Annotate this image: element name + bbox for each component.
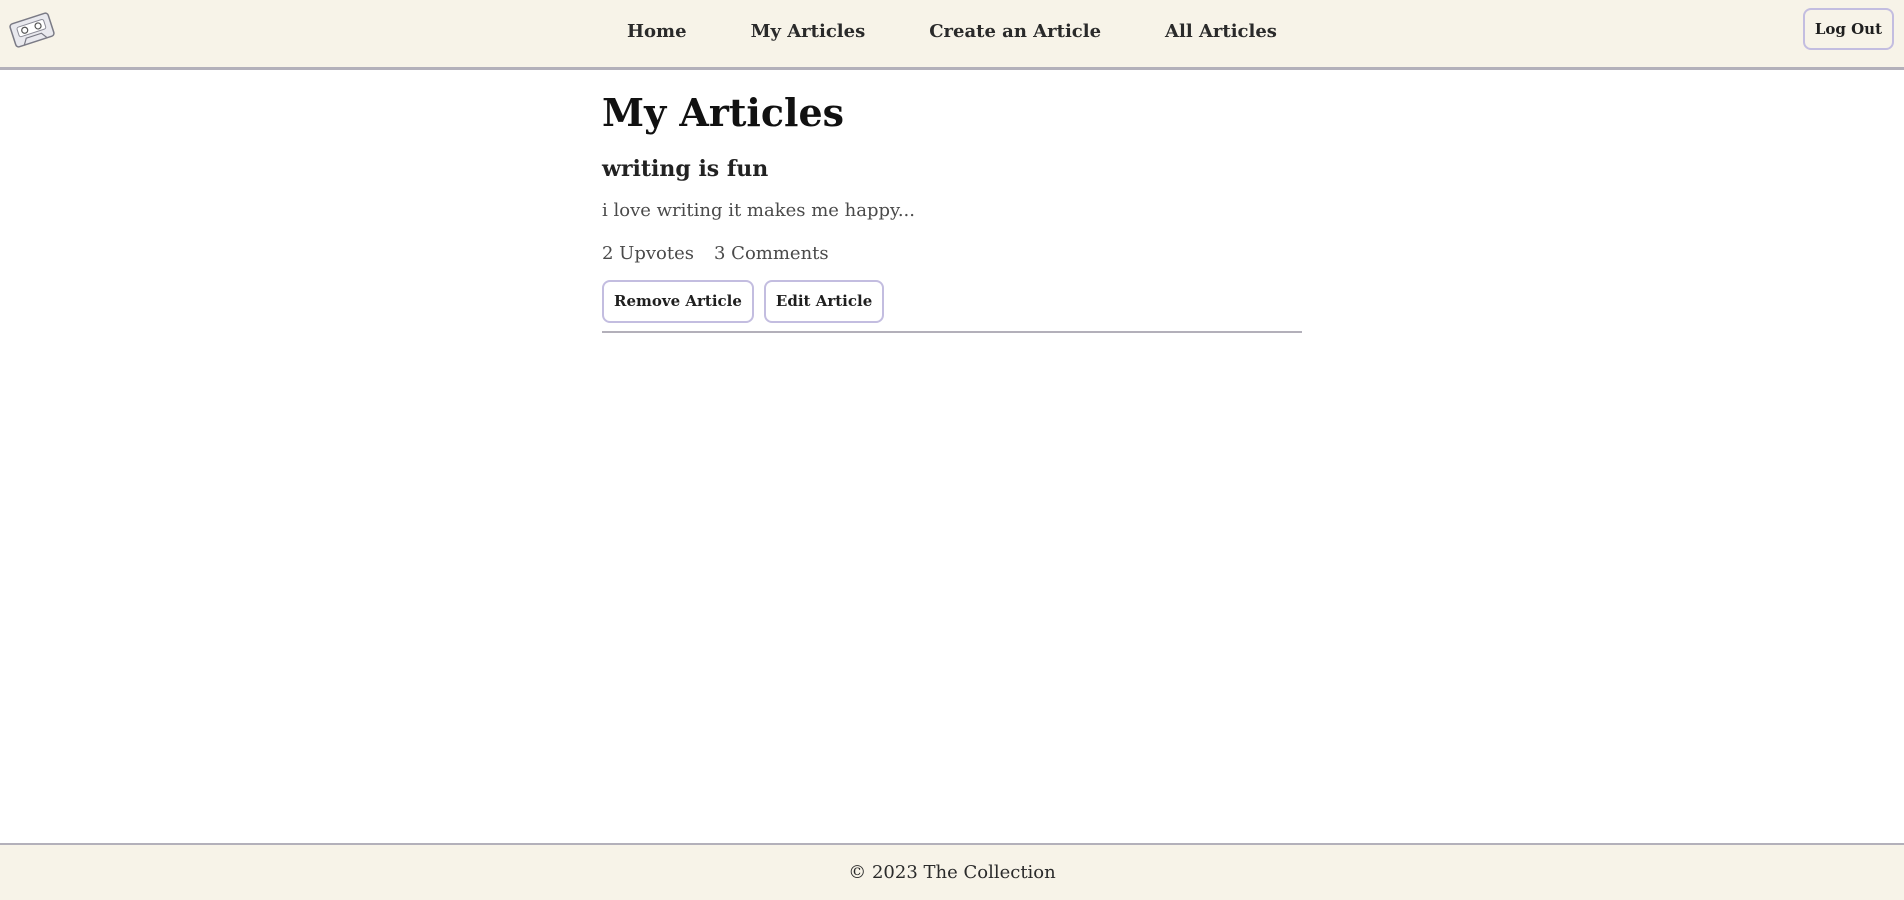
footer: © 2023 The Collection bbox=[0, 843, 1904, 900]
main-nav: Home My Articles Create an Article All A… bbox=[0, 0, 1904, 62]
comment-count: 3 Comments bbox=[714, 242, 829, 264]
nav-link-create-article[interactable]: Create an Article bbox=[929, 21, 1101, 42]
article-excerpt: i love writing it makes me happy... bbox=[602, 199, 915, 221]
main-content: My Articles writing is fun i love writin… bbox=[602, 70, 1302, 333]
nav-link-all-articles[interactable]: All Articles bbox=[1165, 21, 1277, 42]
article-actions: Remove Article Edit Article bbox=[602, 279, 1302, 323]
article-title: writing is fun bbox=[602, 155, 769, 182]
article-card: writing is fun i love writing it makes m… bbox=[602, 156, 1302, 333]
nav-link-home[interactable]: Home bbox=[627, 21, 687, 42]
top-navbar: Home My Articles Create an Article All A… bbox=[0, 0, 1904, 70]
article-stats: 2 Upvotes 3 Comments bbox=[602, 243, 1302, 264]
logout-button[interactable]: Log Out bbox=[1802, 8, 1894, 50]
nav-link-my-articles[interactable]: My Articles bbox=[751, 21, 866, 42]
footer-copyright: © 2023 The Collection bbox=[848, 862, 1056, 883]
edit-article-button[interactable]: Edit Article bbox=[763, 279, 885, 323]
remove-article-button[interactable]: Remove Article bbox=[602, 279, 754, 323]
upvote-count: 2 Upvotes bbox=[602, 242, 694, 264]
page-title: My Articles bbox=[602, 90, 845, 135]
